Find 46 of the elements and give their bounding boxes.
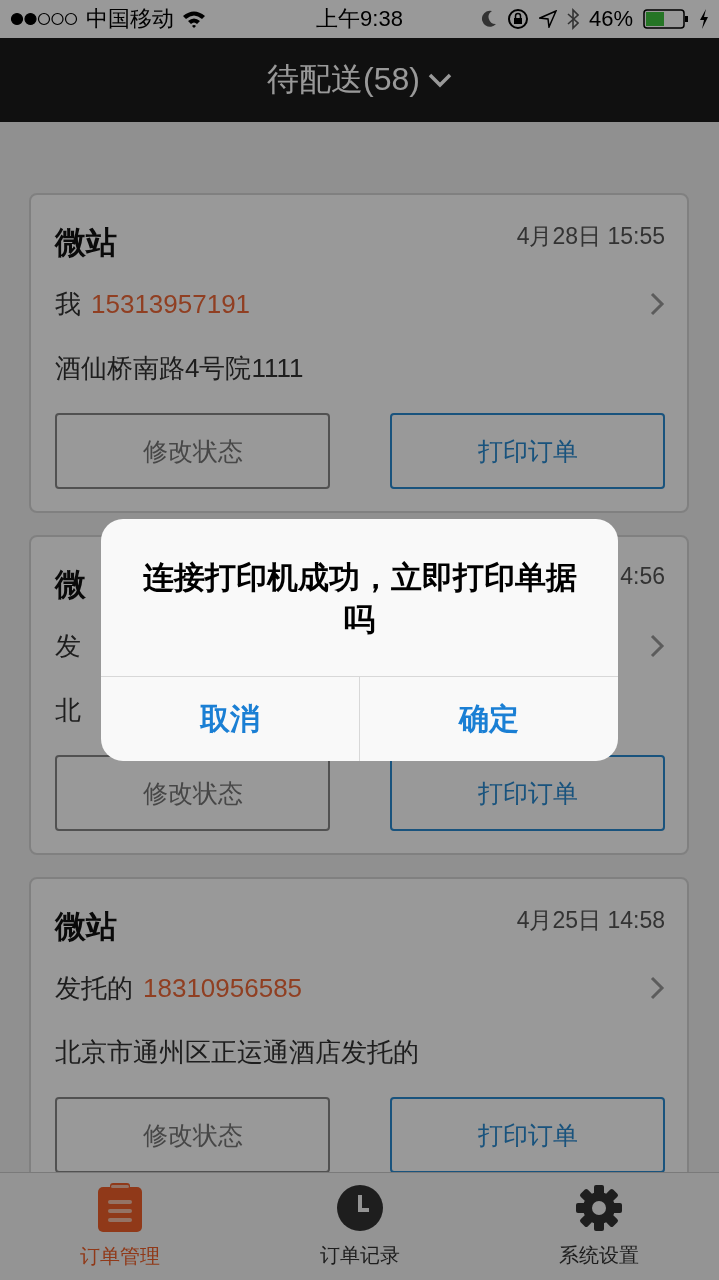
clock-icon <box>335 1184 384 1232</box>
order-address: 北 <box>55 693 81 727</box>
order-address: 北京市通州区正运通酒店发托的 <box>55 1035 419 1069</box>
chevron-down-icon[interactable] <box>427 72 452 88</box>
moon-icon <box>480 10 497 28</box>
rotation-lock-icon <box>506 8 529 30</box>
order-source: 微站 <box>55 908 117 946</box>
order-time: 4:56 <box>620 563 665 590</box>
order-source: 微站 <box>55 224 117 262</box>
bluetooth-icon <box>566 8 579 30</box>
order-card[interactable]: 微站 4月28日 15:55 我 15313957191 酒仙桥南路4号院1111 修改状态 打印订单 <box>29 193 689 513</box>
carrier-name: 中国移动 <box>86 5 174 33</box>
tab-item[interactable]: 系统设置 <box>479 1173 719 1280</box>
order-time: 4月28日 15:55 <box>516 222 665 251</box>
phone-number[interactable]: 18310956585 <box>143 972 639 1004</box>
charging-bolt-icon <box>699 9 709 29</box>
chevron-right-icon <box>649 291 665 317</box>
tab-item[interactable]: 订单管理 <box>0 1173 240 1280</box>
chevron-right-icon <box>649 975 665 1001</box>
print-order-button[interactable]: 打印订单 <box>390 755 665 831</box>
alert-message: 连接打印机成功，立即打印单据吗 <box>141 559 578 639</box>
print-order-button[interactable]: 打印订单 <box>390 1097 665 1172</box>
contact-name: 我 <box>55 287 81 321</box>
order-address: 酒仙桥南路4号院1111 <box>55 351 304 385</box>
change-status-button[interactable]: 修改状态 <box>55 1097 330 1172</box>
contact-name: 发托的 <box>55 971 133 1005</box>
order-time: 4月25日 14:58 <box>516 906 665 935</box>
phone-number[interactable]: 15313957191 <box>91 288 639 320</box>
contact-name: 发 <box>55 629 81 663</box>
location-arrow-icon <box>538 10 557 28</box>
order-card[interactable]: 微站 4月25日 14:58 发托的 18310956585 北京市通州区正运通酒店发托的 修改状态 打印订单 <box>29 877 689 1172</box>
battery-icon <box>643 9 689 29</box>
chevron-right-icon <box>649 633 665 659</box>
battery-percent: 46% <box>588 6 633 32</box>
change-status-button[interactable]: 修改状态 <box>55 413 330 489</box>
order-source: 微 <box>55 566 86 604</box>
change-status-button[interactable]: 修改状态 <box>55 755 330 831</box>
nav-title[interactable]: 待配送(58) <box>267 58 420 102</box>
print-order-button[interactable]: 打印订单 <box>390 413 665 489</box>
gear-icon <box>575 1184 624 1232</box>
confirm-button[interactable]: 确定 <box>359 677 618 761</box>
tab-item[interactable]: 订单记录 <box>239 1173 480 1280</box>
wifi-icon <box>182 10 206 28</box>
clock-time: 上午9:38 <box>316 5 403 33</box>
signal-icon <box>10 12 78 26</box>
clipboard-icon <box>96 1183 143 1233</box>
